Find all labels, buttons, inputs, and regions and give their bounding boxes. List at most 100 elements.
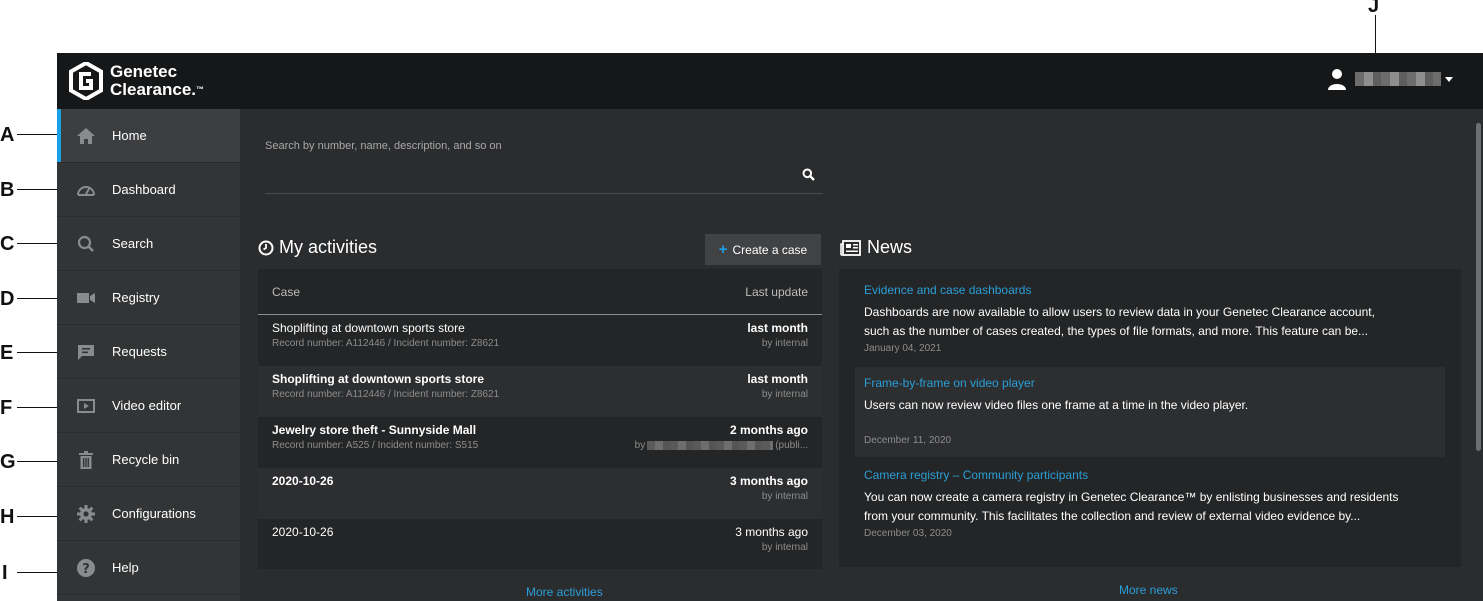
sidebar-item-help[interactable]: ? Help [57,541,240,595]
user-icon [1328,69,1346,90]
brand-trademark: ™ [196,85,204,94]
search-bar[interactable]: Search by number, name, description, and… [265,140,823,194]
camera-icon [75,287,97,309]
news-item: Camera registry – Community participants… [839,468,1445,539]
sidebar-item-label: Recycle bin [112,452,180,467]
case-title: Shoplifting at downtown sports store [272,372,484,386]
home-icon [75,125,97,147]
news-item-title-link[interactable]: Evidence and case dashboards [864,283,1420,297]
news-item-body: Dashboards are now available to allow us… [864,303,1420,341]
callout-g: G [0,451,16,473]
news-heading: News [840,237,912,258]
callout-i: I [2,562,8,584]
more-activities-link[interactable]: More activities [526,585,603,599]
callout-j: J [1368,0,1380,17]
callout-d: D [0,288,15,310]
search-underline [265,193,823,194]
sidebar-item-recycle-bin[interactable]: Recycle bin [57,433,240,487]
news-item-body-line: such as the number of cases created, the… [864,324,1369,338]
callout-c: C [0,233,15,255]
by-prefix: by [634,440,646,451]
sidebar-item-label: Requests [112,344,167,359]
callout-e: E [0,342,14,364]
table-row[interactable]: Shoplifting at downtown sports store Rec… [258,366,822,417]
news-item-date: December 03, 2020 [864,528,952,539]
help-icon: ? [75,557,97,579]
case-title: Shoplifting at downtown sports store [272,321,465,335]
sidebar-item-search[interactable]: Search [57,217,240,271]
column-header-case: Case [272,284,301,299]
search-icon [75,233,97,255]
sidebar-item-label: Home [112,128,147,143]
brand-line-2: Clearance. [110,80,196,99]
table-row[interactable]: 2020-10-26 3 months ago by internal [258,519,822,570]
message-icon [75,341,97,363]
table-row[interactable]: 2020-10-26 3 months ago by internal [258,468,822,519]
case-record-info: Record number: A112446 / Incident number… [272,338,500,349]
last-update-time: last month [747,372,808,386]
my-activities-heading: My activities [258,237,377,258]
genetec-clearance-logo[interactable]: Genetec Clearance.™ [69,62,204,100]
search-button[interactable] [802,168,815,186]
plus-icon: + [718,241,728,258]
dashboard-gauge-icon [75,179,97,201]
news-panel: Evidence and case dashboards Dashboards … [839,269,1461,567]
table-row[interactable]: Jewelry store theft - Sunnyside Mall Rec… [258,417,822,468]
last-update-by: by internal [761,389,808,400]
news-item-body-line: from your community. This facilitates th… [864,509,1361,523]
news-item: Evidence and case dashboards Dashboards … [839,283,1445,354]
activities-table: Case Last update Shoplifting at downtown… [258,269,822,569]
news-item-title-link[interactable]: Frame-by-frame on video player [864,376,1420,390]
last-update-time: 3 months ago [735,525,808,539]
news-item-body: You can now create a camera registry in … [864,488,1420,526]
news-item-body-line: Dashboards are now available to allow us… [864,305,1375,319]
case-record-info: Record number: A525 / Incident number: S… [272,440,479,451]
callout-f: F [0,397,13,419]
video-editor-icon [75,395,97,417]
sidebar-item-home[interactable]: Home [57,109,240,163]
svg-text:?: ? [82,562,90,577]
sidebar-item-label: Dashboard [112,182,176,197]
last-update-time: 2 months ago [729,423,808,437]
callout-b: B [0,179,15,201]
chevron-down-icon [1445,76,1453,82]
column-header-last-update: Last update [745,284,808,299]
callout-h: H [0,506,15,528]
sidebar-nav: Home Dashboard Search Registry Requests [57,109,240,601]
genetec-logo-icon [69,62,103,100]
case-title: 2020-10-26 [272,525,334,539]
last-update-time: 3 months ago [729,474,808,488]
news-item-body-line: Users can now review video files one fra… [864,398,1249,412]
table-row[interactable]: Shoplifting at downtown sports store Rec… [258,315,822,366]
search-icon [802,168,815,181]
news-item-body-line: You can now create a camera registry in … [864,490,1399,504]
news-item-title-link[interactable]: Camera registry – Community participants [864,468,1420,482]
redacted-username [1355,72,1441,86]
create-case-button[interactable]: + Create a case [705,234,821,265]
sidebar-item-dashboard[interactable]: Dashboard [57,163,240,217]
sidebar-item-video-editor[interactable]: Video editor [57,379,240,433]
sidebar-item-label: Search [112,236,154,251]
brand-line-1: Genetec [110,62,178,81]
trash-icon [75,449,97,471]
table-header: Case Last update [258,269,822,315]
sidebar-item-requests[interactable]: Requests [57,325,240,379]
vertical-scrollbar[interactable] [1476,123,1481,451]
sidebar-item-label: Help [112,560,139,575]
by-suffix: (publi... [775,440,808,451]
news-item-body: Users can now review video files one fra… [864,396,1420,415]
sidebar-item-registry[interactable]: Registry [57,271,240,325]
newspaper-icon [840,239,861,256]
create-case-label: Create a case [732,242,808,257]
case-title: 2020-10-26 [272,474,334,488]
user-menu[interactable] [1327,68,1453,90]
sidebar-item-configurations[interactable]: Configurations [57,487,240,541]
last-update-by: by internal [761,491,808,502]
news-item-date: December 11, 2020 [864,435,952,446]
case-record-info: Record number: A112446 / Incident number… [272,389,500,400]
redacted-user [647,440,774,450]
search-input[interactable]: Search by number, name, description, and… [265,140,823,152]
top-bar: Genetec Clearance.™ [57,53,1483,109]
main-content: Search by number, name, description, and… [240,109,1483,601]
more-news-link[interactable]: More news [1119,583,1178,597]
